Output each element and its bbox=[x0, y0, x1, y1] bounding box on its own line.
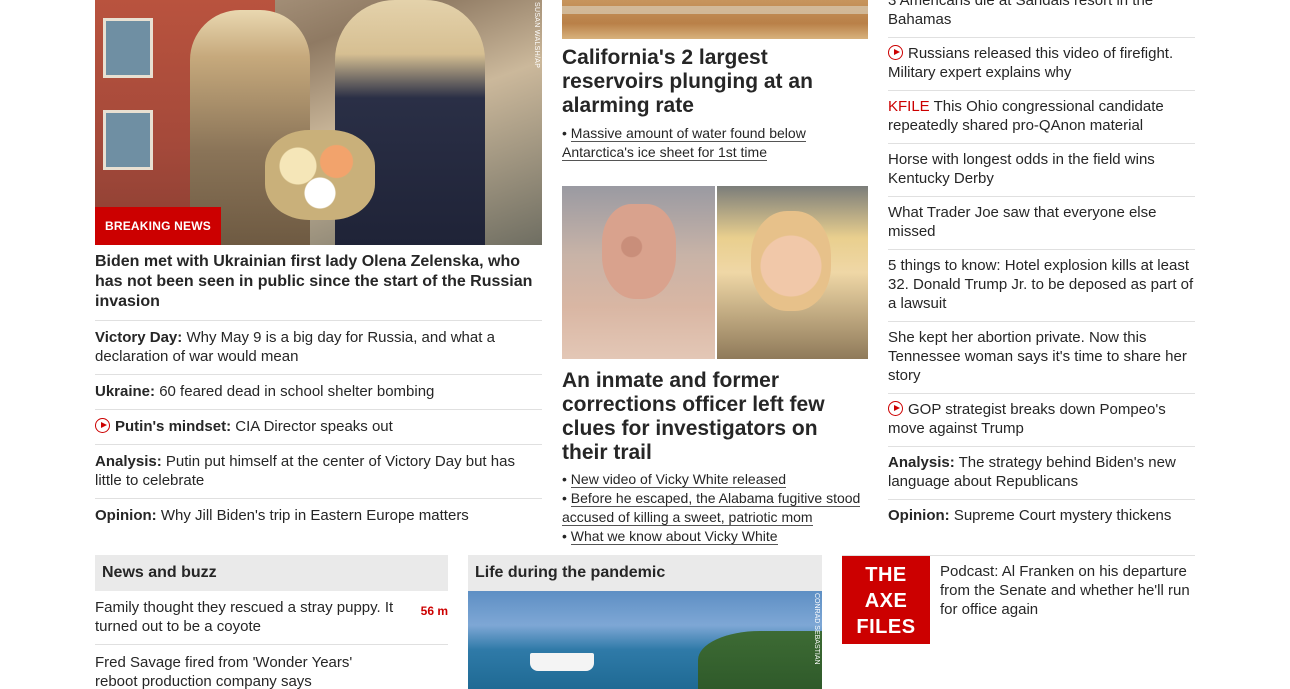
lead-related-item[interactable]: Analysis: Putin put himself at the cente… bbox=[95, 445, 542, 499]
play-video-icon bbox=[95, 418, 110, 433]
image-cruise-ship bbox=[530, 653, 594, 671]
headline-item[interactable]: Horse with longest odds in the field win… bbox=[888, 144, 1195, 197]
axe-files-logo[interactable]: THE AXE FILES bbox=[842, 556, 930, 644]
image-window bbox=[103, 18, 153, 78]
item-text: This Ohio congressional candidate repeat… bbox=[888, 98, 1164, 134]
inmate-headline[interactable]: An inmate and former corrections officer… bbox=[562, 369, 868, 465]
item-text: She kept her abortion private. Now this … bbox=[888, 329, 1187, 384]
bullet-item: • What we know about Vicky White bbox=[562, 528, 778, 545]
lead-story-column: SUSAN WALSH/AP BREAKING NEWS Biden met w… bbox=[95, 0, 542, 533]
reservoir-headline[interactable]: California's 2 largest reservoirs plungi… bbox=[562, 46, 868, 118]
headline-item[interactable]: 3 Americans die at Sandals resort in the… bbox=[888, 0, 1195, 38]
bullet-link[interactable]: New video of Vicky White released bbox=[570, 471, 787, 488]
lead-related-item[interactable]: Opinion: Why Jill Biden's trip in Easter… bbox=[95, 499, 542, 533]
image-road bbox=[562, 6, 868, 14]
item-text: 60 feared dead in school shelter bombing bbox=[159, 383, 435, 400]
item-text: Why Jill Biden's trip in Eastern Europe … bbox=[160, 507, 469, 524]
lead-related-item[interactable]: Ukraine: 60 feared dead in school shelte… bbox=[95, 375, 542, 410]
headline-item[interactable]: She kept her abortion private. Now this … bbox=[888, 322, 1195, 394]
item-kicker: Analysis: bbox=[95, 453, 162, 470]
bullet-item: • Before he escaped, the Alabama fugitiv… bbox=[562, 490, 861, 526]
logo-line: AXE bbox=[864, 590, 908, 612]
item-text: Supreme Court mystery thickens bbox=[953, 507, 1172, 524]
image-credit: CONRAD SEBASTIAN bbox=[813, 593, 820, 665]
item-text: 5 things to know: Hotel explosion kills … bbox=[888, 257, 1194, 312]
inmate-mugshot-image[interactable] bbox=[562, 186, 868, 359]
bullet-link[interactable]: What we know about Vicky White bbox=[570, 528, 778, 545]
pandemic-image[interactable]: CONRAD SEBASTIAN bbox=[468, 591, 822, 689]
axe-files-headline[interactable]: Podcast: Al Franken on his departure fro… bbox=[940, 562, 1195, 619]
antarctica-link[interactable]: Massive amount of water found below Anta… bbox=[562, 125, 806, 161]
news-and-buzz-list: Family thought they rescued a stray pupp… bbox=[95, 598, 448, 689]
mugshot-left bbox=[562, 186, 716, 359]
play-video-icon bbox=[888, 45, 903, 60]
headlines-column: 3 Americans die at Sandals resort in the… bbox=[888, 0, 1195, 533]
item-kicker: Opinion: bbox=[95, 507, 157, 524]
item-text: 3 Americans die at Sandals resort in the… bbox=[888, 0, 1154, 28]
timestamp: 56 m bbox=[420, 604, 448, 618]
item-text: Horse with longest odds in the field win… bbox=[888, 151, 1155, 187]
image-credit: SUSAN WALSH/AP bbox=[533, 2, 540, 69]
mugshot-divider bbox=[715, 186, 717, 359]
play-video-icon bbox=[888, 401, 903, 416]
reservoir-related: • Massive amount of water found below An… bbox=[562, 125, 806, 161]
item-kicker: Victory Day: bbox=[95, 329, 183, 346]
breaking-news-badge: BREAKING NEWS bbox=[95, 207, 221, 245]
item-kicker: Ukraine: bbox=[95, 383, 156, 400]
logo-line: FILES bbox=[856, 616, 916, 638]
headline-item[interactable]: Russians released this video of firefigh… bbox=[888, 38, 1195, 91]
lead-related-item[interactable]: Putin's mindset: CIA Director speaks out bbox=[95, 410, 542, 445]
item-kicker: Putin's mindset: bbox=[115, 418, 232, 435]
buzz-item[interactable]: Family thought they rescued a stray pupp… bbox=[95, 598, 448, 645]
item-text: Russians released this video of firefigh… bbox=[888, 45, 1174, 81]
bullet-item: • New video of Vicky White released bbox=[562, 471, 787, 488]
item-text: Family thought they rescued a stray pupp… bbox=[95, 599, 394, 635]
headline-item[interactable]: KFILE This Ohio congressional candidate … bbox=[888, 91, 1195, 144]
headline-item[interactable]: What Trader Joe saw that everyone else m… bbox=[888, 197, 1195, 250]
image-island bbox=[698, 631, 822, 689]
item-text: Fred Savage fired from 'Wonder Years' re… bbox=[95, 654, 353, 689]
item-text: GOP strategist breaks down Pompeo's move… bbox=[888, 401, 1166, 437]
item-kicker: Opinion: bbox=[888, 507, 950, 524]
middle-column: California's 2 largest reservoirs plungi… bbox=[562, 0, 868, 546]
news-and-buzz-header[interactable]: News and buzz bbox=[95, 555, 448, 591]
headline-item[interactable]: 5 things to know: Hotel explosion kills … bbox=[888, 250, 1195, 322]
image-bouquet bbox=[265, 130, 375, 220]
headline-item[interactable]: GOP strategist breaks down Pompeo's move… bbox=[888, 394, 1195, 447]
item-text: CIA Director speaks out bbox=[235, 418, 393, 435]
logo-line: THE bbox=[865, 564, 907, 586]
buzz-item[interactable]: Fred Savage fired from 'Wonder Years' re… bbox=[95, 645, 448, 689]
pandemic-header[interactable]: Life during the pandemic bbox=[468, 555, 822, 591]
headlines-list: 3 Americans die at Sandals resort in the… bbox=[888, 0, 1195, 533]
headline-item[interactable]: Opinion: Supreme Court mystery thickens bbox=[888, 500, 1195, 533]
lead-story-image[interactable]: SUSAN WALSH/AP BREAKING NEWS bbox=[95, 0, 542, 245]
reservoir-image[interactable] bbox=[562, 0, 868, 39]
item-text: What Trader Joe saw that everyone else m… bbox=[888, 204, 1157, 240]
headline-item[interactable]: Analysis: The strategy behind Biden's ne… bbox=[888, 447, 1195, 500]
item-kicker: Analysis: bbox=[888, 454, 955, 471]
image-window bbox=[103, 110, 153, 170]
kfile-label: KFILE bbox=[888, 98, 930, 115]
inmate-related-list: • New video of Vicky White released • Bef… bbox=[562, 470, 868, 546]
bullet-link[interactable]: Before he escaped, the Alabama fugitive … bbox=[562, 490, 861, 526]
mugshot-right bbox=[716, 186, 868, 359]
lead-headline[interactable]: Biden met with Ukrainian first lady Olen… bbox=[95, 252, 542, 321]
lead-related-list: Victory Day: Why May 9 is a big day for … bbox=[95, 321, 542, 533]
lead-related-item[interactable]: Victory Day: Why May 9 is a big day for … bbox=[95, 321, 542, 375]
